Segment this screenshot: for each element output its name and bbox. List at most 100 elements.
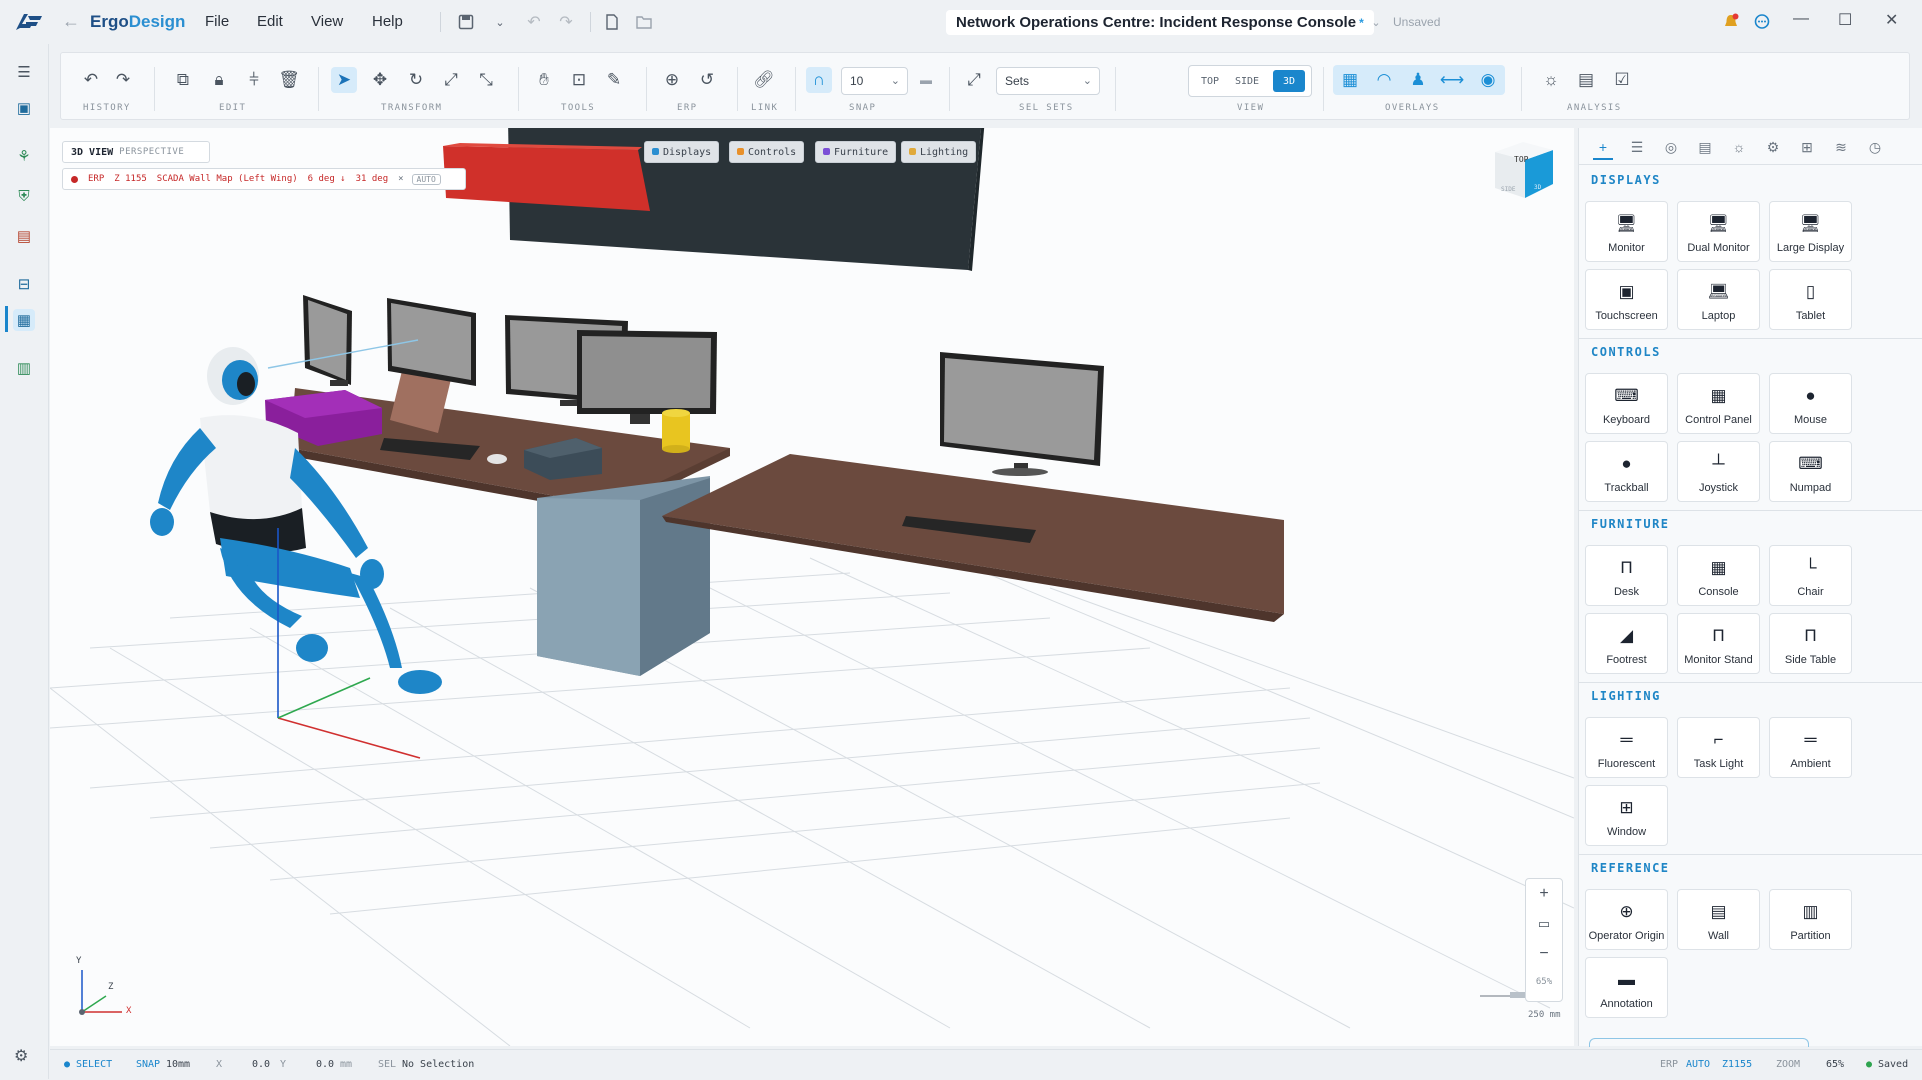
- hamburger-menu-icon[interactable]: ☰: [13, 61, 35, 83]
- menu-file[interactable]: File: [205, 13, 229, 30]
- save-options-chevron-icon[interactable]: ⌄: [490, 12, 510, 32]
- tab-lighting[interactable]: ☼: [1729, 136, 1749, 158]
- palette-item-desk[interactable]: Π Desk: [1585, 545, 1668, 606]
- selection-sets-select[interactable]: Sets ⌄: [996, 67, 1100, 95]
- workspace-icon[interactable]: ▣: [13, 97, 35, 119]
- sightline-overlay-icon[interactable]: ◉: [1475, 67, 1501, 93]
- menu-edit[interactable]: Edit: [257, 13, 283, 30]
- move-icon[interactable]: ✥: [367, 67, 393, 93]
- rotate-icon[interactable]: ↻: [403, 67, 429, 93]
- reports-icon[interactable]: ▥: [13, 357, 35, 379]
- palette-item-footrest[interactable]: ◢ Footrest: [1585, 613, 1668, 674]
- tab-properties[interactable]: ☰: [1627, 136, 1647, 158]
- back-arrow-icon[interactable]: ←: [62, 11, 80, 32]
- duplicate-icon[interactable]: ⧉: [170, 67, 196, 93]
- scene-canvas[interactable]: [50, 128, 1574, 1046]
- nav-cube-side-label[interactable]: SIDE: [1501, 186, 1515, 193]
- library-book-icon[interactable]: ▤: [13, 225, 35, 247]
- palette-item-laptop[interactable]: 💻︎ Laptop: [1677, 269, 1760, 330]
- palette-item-task-light[interactable]: ⌐ Task Light: [1677, 717, 1760, 778]
- menu-view[interactable]: View: [311, 13, 343, 30]
- save-icon[interactable]: [456, 12, 476, 32]
- checklist-icon[interactable]: ☑: [1609, 67, 1635, 93]
- redo-icon[interactable]: ↷: [110, 67, 136, 93]
- view-3d-button[interactable]: 3D: [1273, 70, 1305, 92]
- view-top-button[interactable]: TOP: [1195, 70, 1225, 92]
- redo-title-icon[interactable]: ↷: [556, 12, 576, 32]
- lighting-analysis-icon[interactable]: ☼: [1538, 67, 1564, 93]
- minimize-icon[interactable]: —: [1793, 10, 1809, 28]
- snap-magnet-icon[interactable]: ∩: [806, 67, 832, 93]
- hierarchy-icon[interactable]: ⚘: [13, 145, 35, 167]
- palette-item-side-table[interactable]: Π Side Table: [1769, 613, 1852, 674]
- pivot-icon[interactable]: ⤡: [473, 67, 499, 93]
- filter-chip-lighting[interactable]: Lighting: [901, 141, 977, 163]
- notification-bell-icon[interactable]: [1721, 12, 1741, 32]
- tab-hierarchy[interactable]: ⊞: [1797, 136, 1817, 158]
- delete-icon[interactable]: 🗑︎: [276, 67, 302, 93]
- palette-item-numpad[interactable]: ⌨ Numpad: [1769, 441, 1852, 502]
- palette-item-joystick[interactable]: ┴ Joystick: [1677, 441, 1760, 502]
- reach-zone-overlay-icon[interactable]: ◠: [1371, 67, 1397, 93]
- close-window-icon[interactable]: ✕: [1885, 10, 1898, 30]
- palette-item-keyboard[interactable]: ⌨ Keyboard: [1585, 373, 1668, 434]
- align-icon[interactable]: ⫩: [241, 67, 267, 93]
- erp-clear-icon[interactable]: ×: [398, 174, 403, 184]
- palette-item-console[interactable]: ▦ Console: [1677, 545, 1760, 606]
- palette-item-mouse[interactable]: ● Mouse: [1769, 373, 1852, 434]
- palette-item-wall[interactable]: ▤ Wall: [1677, 889, 1760, 950]
- erp-reset-icon[interactable]: ↺: [694, 67, 720, 93]
- view-side-button[interactable]: SIDE: [1229, 70, 1265, 92]
- measure-icon[interactable]: ✎: [601, 67, 627, 93]
- palette-item-fluorescent[interactable]: ═ Fluorescent: [1585, 717, 1668, 778]
- add-node-icon[interactable]: ⊡: [566, 67, 592, 93]
- toolbox-icon[interactable]: ⊟: [13, 273, 35, 295]
- filter-chip-furniture[interactable]: Furniture: [815, 141, 897, 163]
- palette-item-monitor-stand[interactable]: Π Monitor Stand: [1677, 613, 1760, 674]
- palette-item-operator-origin[interactable]: ⊕ Operator Origin: [1585, 889, 1668, 950]
- tab-settings[interactable]: ⚙: [1763, 136, 1783, 158]
- palette-item-chair[interactable]: └ Chair: [1769, 545, 1852, 606]
- filter-chip-controls[interactable]: Controls: [729, 141, 805, 163]
- report-icon[interactable]: ▤: [1573, 67, 1599, 93]
- tab-visibility[interactable]: ◎: [1661, 136, 1681, 158]
- erp-target-icon[interactable]: ⊕: [659, 67, 685, 93]
- nav-cube-top-label[interactable]: TOP: [1514, 155, 1528, 164]
- grid-overlay-icon[interactable]: ▦: [1337, 67, 1363, 93]
- tab-add-objects[interactable]: +: [1593, 136, 1613, 160]
- select-pointer-icon[interactable]: ➤: [331, 67, 357, 93]
- lock-icon[interactable]: 🔒︎: [206, 67, 232, 93]
- undo-title-icon[interactable]: ↶: [524, 12, 544, 32]
- palette-item-ambient[interactable]: ═ Ambient: [1769, 717, 1852, 778]
- tab-layers[interactable]: ≋: [1831, 136, 1851, 158]
- layout-editor-icon[interactable]: ▦: [13, 309, 35, 331]
- palette-item-window[interactable]: ⊞ Window: [1585, 785, 1668, 846]
- document-menu-chevron-icon[interactable]: ⌄: [1366, 12, 1386, 32]
- nav-cube-front-label[interactable]: 3D: [1534, 184, 1541, 191]
- palette-item-trackball[interactable]: ● Trackball: [1585, 441, 1668, 502]
- open-folder-icon[interactable]: [634, 12, 654, 32]
- selection-set-icon[interactable]: ⤢: [961, 67, 987, 93]
- manikin-overlay-icon[interactable]: ♟: [1405, 67, 1431, 93]
- palette-item-dual-monitor[interactable]: 🖥︎ Dual Monitor: [1677, 201, 1760, 262]
- zoom-fit-icon[interactable]: ▭: [1526, 909, 1562, 939]
- scale-icon[interactable]: ⤢: [438, 67, 464, 93]
- chat-icon[interactable]: [1752, 12, 1772, 32]
- erp-auto-toggle[interactable]: AUTO: [411, 173, 441, 185]
- menu-help[interactable]: Help: [372, 13, 403, 30]
- link-icon[interactable]: 🔗︎: [751, 67, 777, 93]
- palette-item-tablet[interactable]: ▯ Tablet: [1769, 269, 1852, 330]
- zoom-out-button[interactable]: −: [1526, 939, 1562, 969]
- snap-collapse-icon[interactable]: ▬: [913, 67, 939, 93]
- settings-gear-icon[interactable]: ⚙: [14, 1046, 28, 1066]
- filter-chip-displays[interactable]: Displays: [644, 141, 720, 163]
- palette-item-partition[interactable]: ▥ Partition: [1769, 889, 1852, 950]
- palette-item-touchscreen[interactable]: ▣ Touchscreen: [1585, 269, 1668, 330]
- dimensions-overlay-icon[interactable]: ⟷: [1439, 67, 1465, 93]
- snap-value-select[interactable]: 10 ⌄: [841, 67, 908, 95]
- document-title[interactable]: Network Operations Centre: Incident Resp…: [946, 10, 1374, 35]
- undo-icon[interactable]: ↶: [78, 67, 104, 93]
- palette-item-annotation[interactable]: ▬ Annotation: [1585, 957, 1668, 1018]
- palette-item-monitor[interactable]: 🖥︎ Monitor: [1585, 201, 1668, 262]
- palette-item-large-display[interactable]: 🖥︎ Large Display: [1769, 201, 1852, 262]
